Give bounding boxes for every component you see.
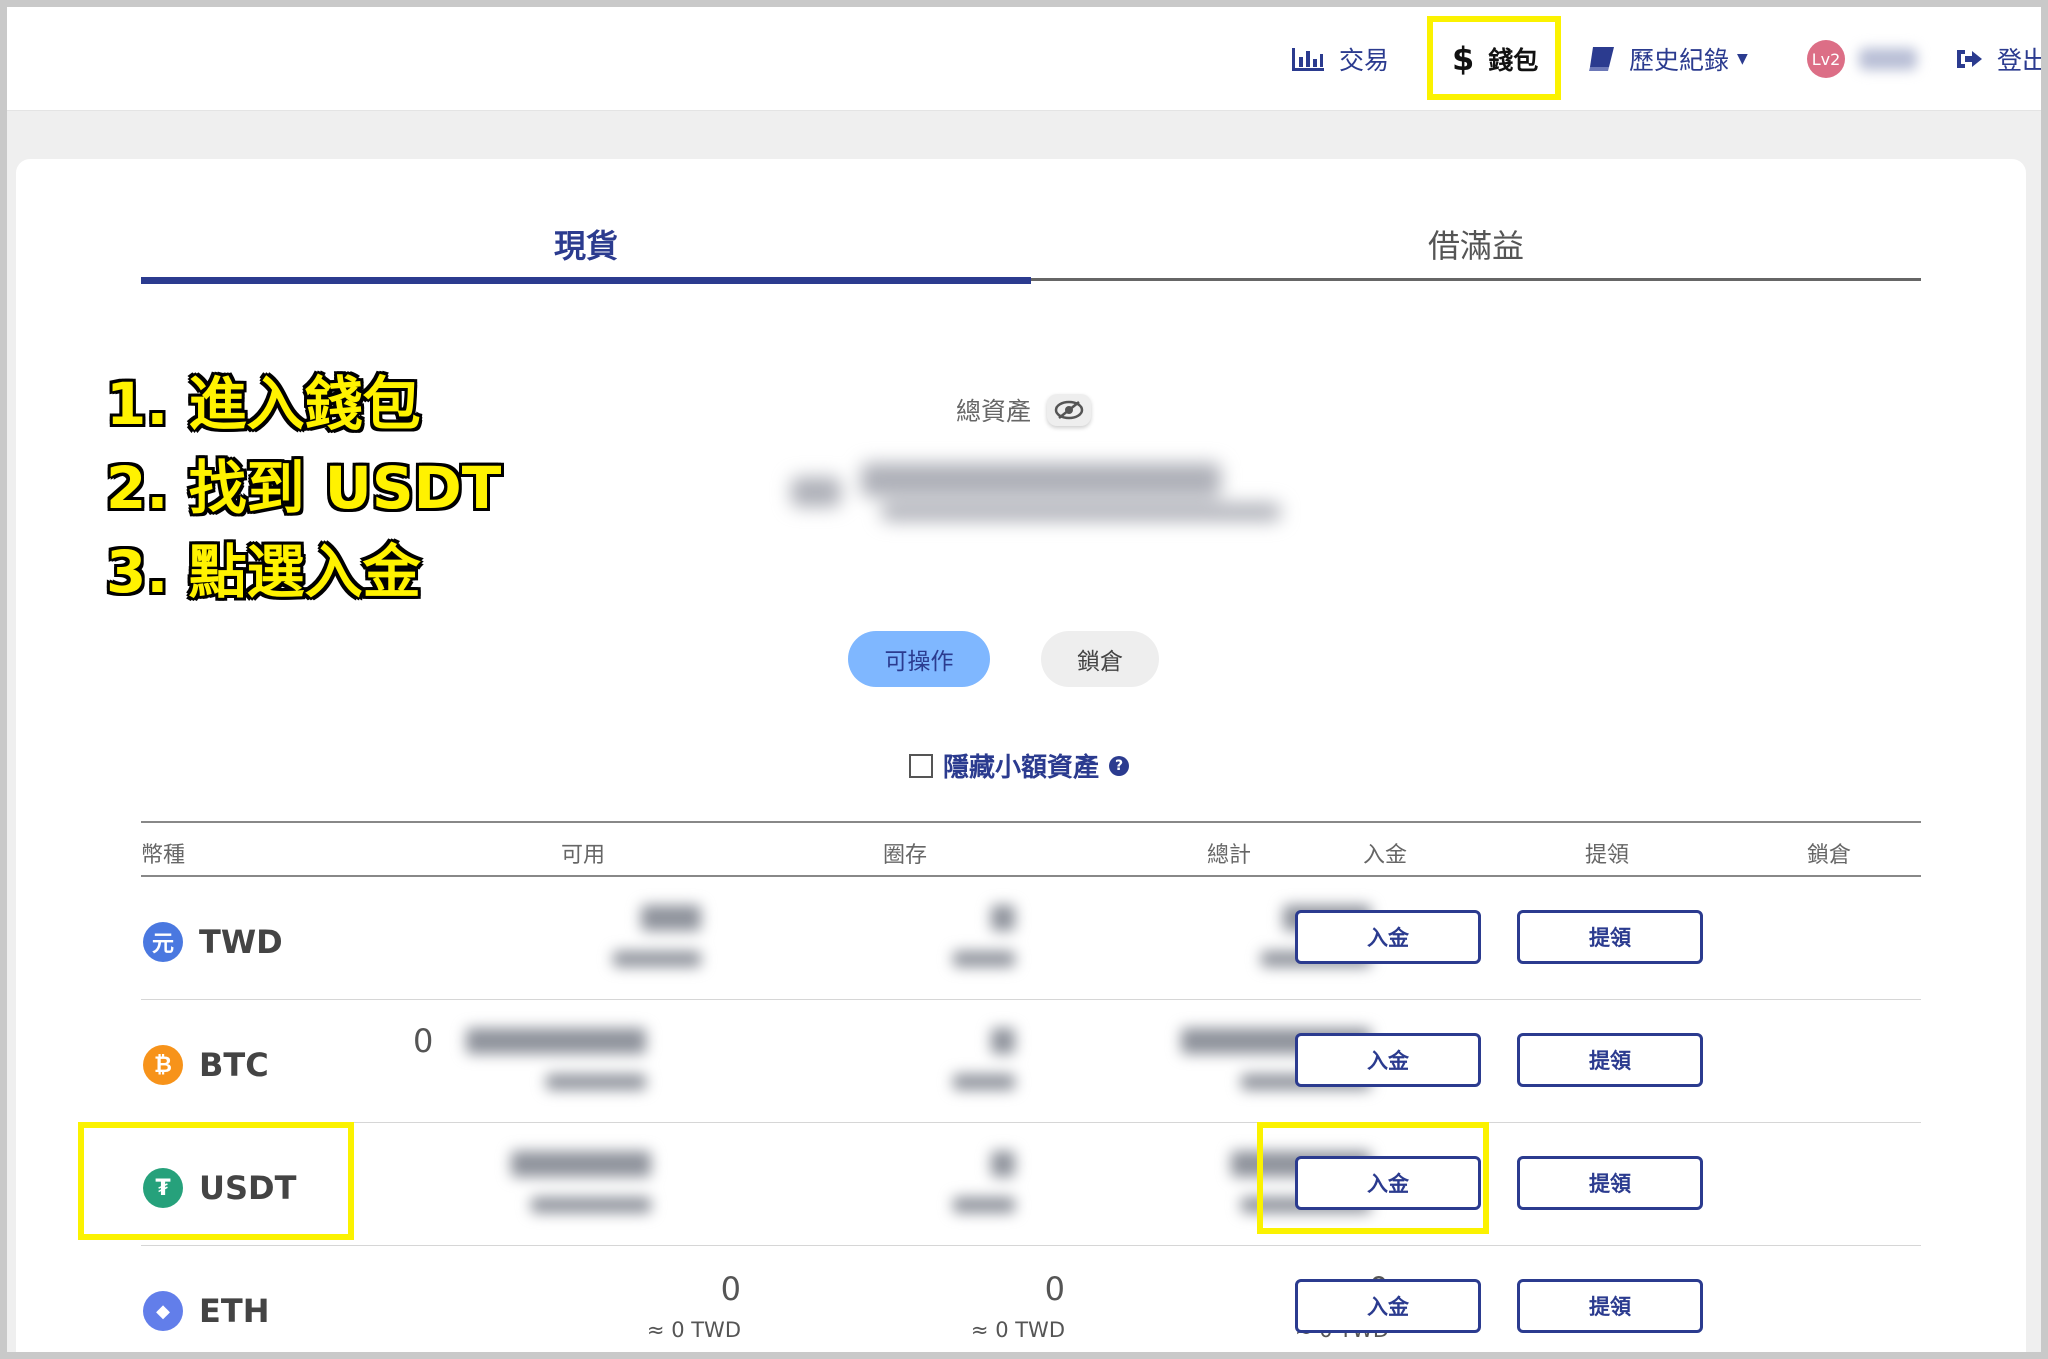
deposit-button[interactable]: 入金 bbox=[1295, 1033, 1481, 1087]
nav-history-label: 歷史紀錄 bbox=[1629, 46, 1730, 75]
withdraw-button[interactable]: 提領 bbox=[1517, 1156, 1703, 1210]
nav-logout-label: 登出 bbox=[1997, 46, 2041, 75]
nav-user-menu[interactable]: Lv2 bbox=[1807, 7, 1917, 111]
instruction-step-1: 1. 進入錢包 bbox=[106, 370, 421, 438]
th-coin: 幣種 bbox=[141, 843, 186, 868]
chevron-down-icon: ▼ bbox=[1737, 51, 1748, 67]
coin-symbol: ETH bbox=[199, 1292, 270, 1330]
asset-tabs: 現貨 借滿益 bbox=[141, 219, 1921, 284]
hide-small-label: 隱藏小額資產 bbox=[943, 753, 1100, 783]
available-value-redacted bbox=[436, 1022, 741, 1102]
hide-small-checkbox[interactable] bbox=[909, 753, 933, 778]
help-icon[interactable]: ? bbox=[1109, 755, 1130, 776]
usdt-coin-icon: ₮ bbox=[143, 1168, 183, 1208]
screenshot-frame: 交易 $ 錢包 歷史紀錄 ▼ Lv2 登出 現貨 借滿益 1. 進入錢包 2. … bbox=[7, 7, 2041, 1352]
btc-coin-icon: ₿ bbox=[143, 1045, 183, 1085]
total-assets-header: 總資產 bbox=[956, 392, 1092, 428]
th-hold: 圈存 bbox=[883, 843, 928, 868]
tab-margin[interactable]: 借滿益 bbox=[1031, 219, 1921, 281]
hold-twd: ≈ 0 TWD bbox=[970, 1318, 1065, 1342]
th-available: 可用 bbox=[561, 843, 606, 868]
hide-small-assets-toggle[interactable]: 隱藏小額資產 ? bbox=[909, 747, 1130, 784]
withdraw-button[interactable]: 提領 bbox=[1517, 1033, 1703, 1087]
hold-value-redacted bbox=[821, 1022, 1061, 1102]
avatar: Lv2 bbox=[1807, 40, 1845, 78]
username-redacted bbox=[1859, 48, 1917, 70]
th-deposit: 入金 bbox=[1363, 843, 1408, 868]
available-value-redacted bbox=[441, 1145, 741, 1225]
available-twd: ≈ 0 TWD bbox=[646, 1318, 741, 1342]
table-row: ₿ BTC 0 入金 提領 bbox=[141, 1000, 1921, 1123]
wallet-card: 現貨 借滿益 1. 進入錢包 2. 找到 USDT 3. 點選入金 總資產 可操… bbox=[16, 159, 2026, 1352]
deposit-button[interactable]: 入金 bbox=[1295, 910, 1481, 964]
filter-locked-button[interactable]: 鎖倉 bbox=[1041, 631, 1159, 687]
instruction-step-3: 3. 點選入金 bbox=[106, 538, 421, 606]
nav-trade[interactable]: 交易 bbox=[1291, 7, 1389, 111]
tab-spot[interactable]: 現貨 bbox=[141, 219, 1031, 284]
table-row: ₮ USDT 入金 提領 bbox=[141, 1123, 1921, 1246]
bar-chart-icon bbox=[1291, 46, 1325, 72]
table-row: ◆ ETH 0 ≈ 0 TWD 0 ≈ 0 TWD 0 ≈ 0 TWD 入金 提… bbox=[141, 1246, 1921, 1352]
eye-slash-icon[interactable] bbox=[1047, 394, 1092, 426]
nav-wallet[interactable]: $ 錢包 bbox=[1452, 7, 1538, 111]
nav-logout[interactable]: 登出 bbox=[1955, 7, 2041, 111]
available-prefix: 0 bbox=[413, 1022, 434, 1060]
assets-table: 幣種 可用 圈存 總計 入金 提領 鎖倉 元 TWD 入金 提領 ₿ BTC 0… bbox=[141, 821, 1921, 1352]
hold-value-redacted bbox=[821, 1145, 1061, 1225]
available-value: 0 bbox=[720, 1270, 741, 1308]
total-assets-value-redacted bbox=[791, 455, 1291, 535]
coin-symbol: USDT bbox=[199, 1169, 297, 1207]
withdraw-button[interactable]: 提領 bbox=[1517, 910, 1703, 964]
total-assets-label: 總資產 bbox=[956, 397, 1032, 426]
table-header: 幣種 可用 圈存 總計 入金 提領 鎖倉 bbox=[141, 821, 1921, 877]
coin-symbol: TWD bbox=[199, 923, 283, 961]
th-withdraw: 提領 bbox=[1585, 843, 1630, 868]
deposit-button[interactable]: 入金 bbox=[1295, 1279, 1481, 1333]
th-total: 總計 bbox=[1207, 843, 1252, 868]
hold-value-redacted bbox=[821, 899, 1061, 979]
eth-coin-icon: ◆ bbox=[143, 1291, 183, 1331]
nav-history-dropdown[interactable]: 歷史紀錄 ▼ bbox=[1587, 7, 1748, 111]
instruction-step-2: 2. 找到 USDT bbox=[106, 454, 502, 522]
th-lock: 鎖倉 bbox=[1807, 843, 1852, 868]
top-navbar: 交易 $ 錢包 歷史紀錄 ▼ Lv2 登出 bbox=[7, 7, 2041, 111]
coin-symbol: BTC bbox=[199, 1046, 269, 1084]
withdraw-button[interactable]: 提領 bbox=[1517, 1279, 1703, 1333]
hold-value: 0 bbox=[1044, 1270, 1065, 1308]
deposit-button[interactable]: 入金 bbox=[1295, 1156, 1481, 1210]
nav-wallet-label: 錢包 bbox=[1488, 46, 1539, 75]
nav-trade-label: 交易 bbox=[1339, 46, 1390, 75]
table-row: 元 TWD 入金 提領 bbox=[141, 877, 1921, 1000]
logout-icon bbox=[1955, 47, 1983, 71]
filter-available-button[interactable]: 可操作 bbox=[848, 631, 990, 687]
book-icon bbox=[1587, 46, 1615, 72]
dollar-icon: $ bbox=[1452, 40, 1475, 78]
available-value-redacted bbox=[501, 899, 741, 979]
twd-coin-icon: 元 bbox=[143, 922, 183, 962]
